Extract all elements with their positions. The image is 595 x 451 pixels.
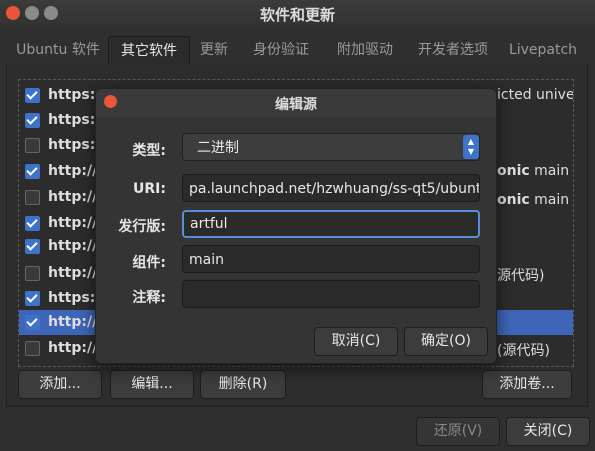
type-label: 类型: xyxy=(132,143,166,159)
tab-ubuntu-software[interactable]: Ubuntu 软件 xyxy=(10,36,106,64)
source-checkbox[interactable] xyxy=(25,291,40,306)
tab-updates[interactable]: 更新 xyxy=(192,36,236,64)
type-value: 二进制 xyxy=(197,140,239,156)
source-url: http:// xyxy=(48,189,98,205)
source-detail: 源代码) xyxy=(497,268,545,284)
remove-source-button[interactable]: 删除(R) xyxy=(200,370,286,399)
source-url: http:// xyxy=(48,215,98,231)
source-checkbox[interactable] xyxy=(25,138,40,153)
ok-button[interactable]: 确定(O) xyxy=(404,327,488,356)
distribution-label: 发行版: xyxy=(118,219,166,235)
distribution-field[interactable]: artful xyxy=(182,210,480,238)
edit-source-dialog: 编辑源 类型: 二进制 ▲ ▼ URI: pa.launchpad.net/hzw… xyxy=(95,88,497,364)
add-source-button[interactable]: 添加... xyxy=(18,370,102,399)
source-url: http:// xyxy=(48,340,98,356)
comment-label: 注释: xyxy=(132,290,166,306)
source-checkbox[interactable] xyxy=(25,190,40,205)
source-checkbox[interactable] xyxy=(25,216,40,231)
tab-additional-drivers[interactable]: 附加驱动 xyxy=(326,36,404,64)
source-url: http:// xyxy=(48,238,98,254)
tab-livepatch[interactable]: Livepatch xyxy=(502,36,584,64)
revert-button[interactable]: 还原(V) xyxy=(416,417,500,446)
comment-field[interactable] xyxy=(182,280,480,308)
window-titlebar: 软件和更新 xyxy=(0,0,595,28)
uri-field[interactable]: pa.launchpad.net/hzwhuang/ss-qt5/ubuntu xyxy=(182,174,480,202)
source-checkbox[interactable] xyxy=(25,88,40,103)
dialog-titlebar: 编辑源 xyxy=(96,89,496,117)
components-label: 组件: xyxy=(132,255,166,271)
components-field[interactable]: main xyxy=(182,245,480,273)
source-checkbox[interactable] xyxy=(25,341,40,356)
window-title: 软件和更新 xyxy=(259,6,335,24)
close-button[interactable]: 关闭(C) xyxy=(506,417,590,446)
source-checkbox[interactable] xyxy=(25,239,40,254)
select-arrows-icon: ▲ ▼ xyxy=(463,135,479,159)
source-checkbox[interactable] xyxy=(25,164,40,179)
source-detail: icted univers xyxy=(497,87,574,103)
cancel-button[interactable]: 取消(C) xyxy=(314,327,398,356)
source-detail: onic main xyxy=(497,163,570,179)
source-url: http:// xyxy=(48,265,98,281)
type-select[interactable]: 二进制 ▲ ▼ xyxy=(182,133,480,161)
source-checkbox[interactable] xyxy=(25,315,40,330)
tab-other-software[interactable]: 其它软件 xyxy=(108,36,190,65)
uri-label: URI: xyxy=(133,181,166,197)
source-checkbox[interactable] xyxy=(25,266,40,281)
source-url: http:// xyxy=(48,163,98,179)
source-detail: (源代码) xyxy=(497,343,550,359)
tab-authentication[interactable]: 身份验证 xyxy=(242,36,320,64)
source-detail: onic main (源 xyxy=(497,192,573,208)
source-url: http:// xyxy=(48,314,98,330)
tab-bar: Ubuntu 软件 其它软件 更新 身份验证 附加驱动 开发者选项 Livepa… xyxy=(6,36,586,65)
source-checkbox[interactable] xyxy=(25,113,40,128)
edit-source-button[interactable]: 编辑... xyxy=(110,370,194,399)
dialog-title: 编辑源 xyxy=(275,97,317,113)
add-volume-button[interactable]: 添加卷... xyxy=(482,370,572,399)
tab-developer-options[interactable]: 开发者选项 xyxy=(408,36,498,64)
